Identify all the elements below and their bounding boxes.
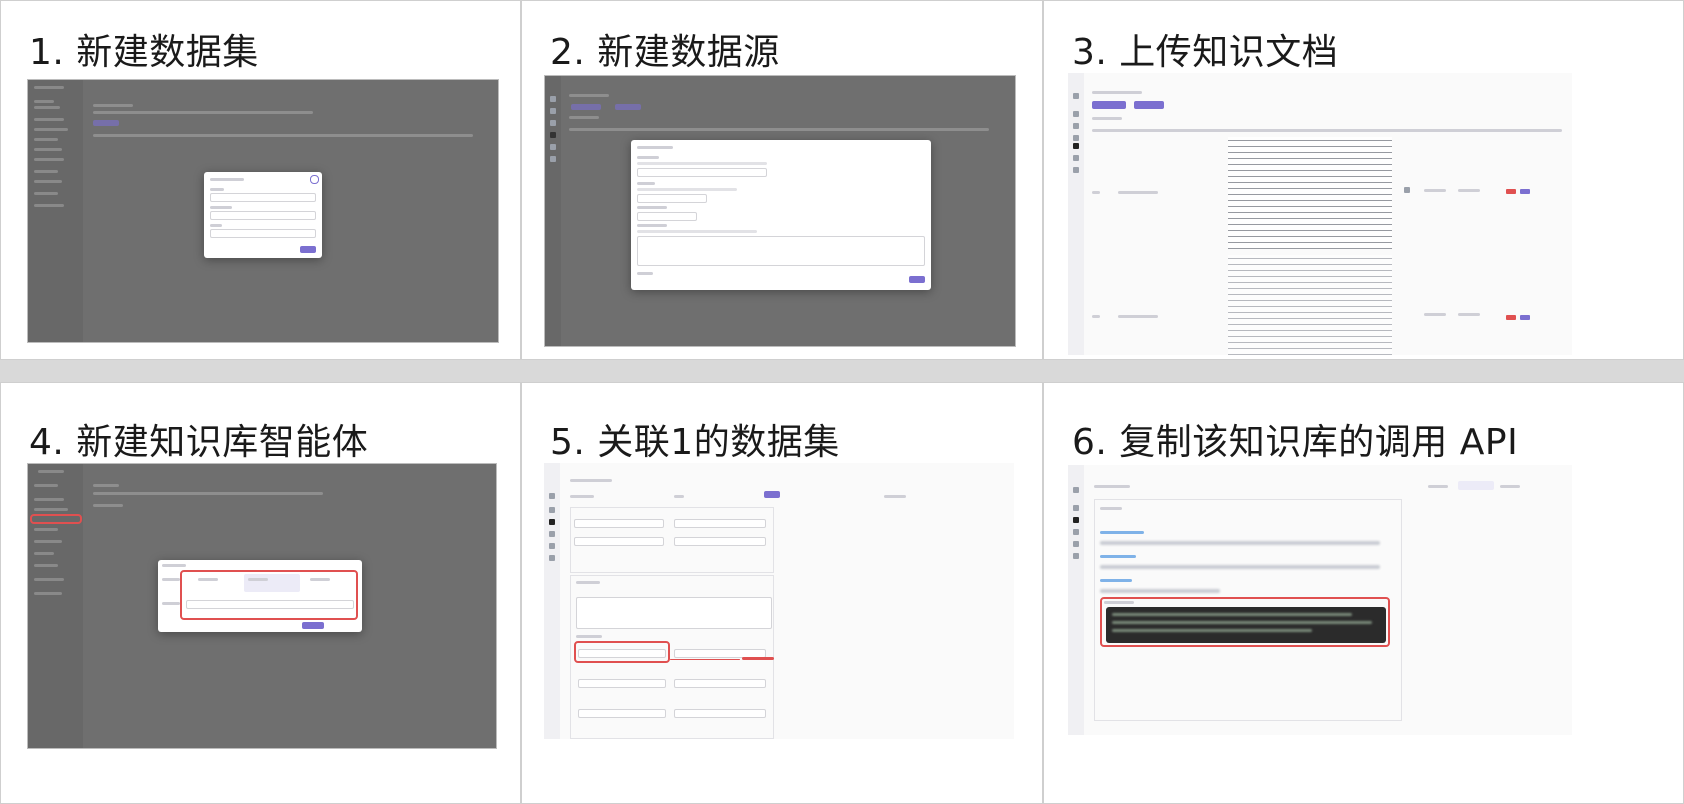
agent-menu-highlight bbox=[30, 514, 82, 524]
confirm-button[interactable] bbox=[300, 246, 316, 253]
step-screenshot-6 bbox=[1068, 465, 1572, 735]
step-title-4: 4. 新建知识库智能体 bbox=[29, 422, 369, 463]
step-card-1: 1. 新建数据集 bbox=[0, 0, 521, 360]
step-screenshot-4 bbox=[27, 463, 497, 749]
tutorial-grid: 1. 新建数据集 2. 新建数据源 3. 上传知识文档 4. 新建知识库智能体 … bbox=[0, 0, 1684, 804]
step-title-5: 5. 关联1的数据集 bbox=[550, 422, 840, 463]
step-card-3: 3. 上传知识文档 bbox=[1043, 0, 1684, 360]
upload-file-modal bbox=[631, 140, 931, 290]
create-agent-modal bbox=[158, 560, 362, 632]
step-title-2: 2. 新建数据源 bbox=[550, 32, 780, 73]
step-card-5: 5. 关联1的数据集 bbox=[521, 382, 1043, 804]
step-title-3: 3. 上传知识文档 bbox=[1072, 32, 1339, 73]
create-dataset-modal bbox=[204, 172, 322, 258]
step-screenshot-1 bbox=[27, 79, 499, 343]
step-card-6: 6. 复制该知识库的调用 API bbox=[1043, 382, 1684, 804]
step-card-2: 2. 新建数据源 bbox=[521, 0, 1043, 360]
step-screenshot-5 bbox=[544, 463, 1014, 739]
api-code-block[interactable] bbox=[1106, 607, 1386, 643]
step-screenshot-2 bbox=[544, 75, 1016, 347]
step-title-6: 6. 复制该知识库的调用 API bbox=[1072, 422, 1519, 463]
confirm-button[interactable] bbox=[302, 622, 324, 629]
confirm-button[interactable] bbox=[909, 276, 925, 283]
step-title-1: 1. 新建数据集 bbox=[29, 32, 259, 73]
step-screenshot-3 bbox=[1068, 73, 1572, 355]
step-card-4: 4. 新建知识库智能体 bbox=[0, 382, 521, 804]
